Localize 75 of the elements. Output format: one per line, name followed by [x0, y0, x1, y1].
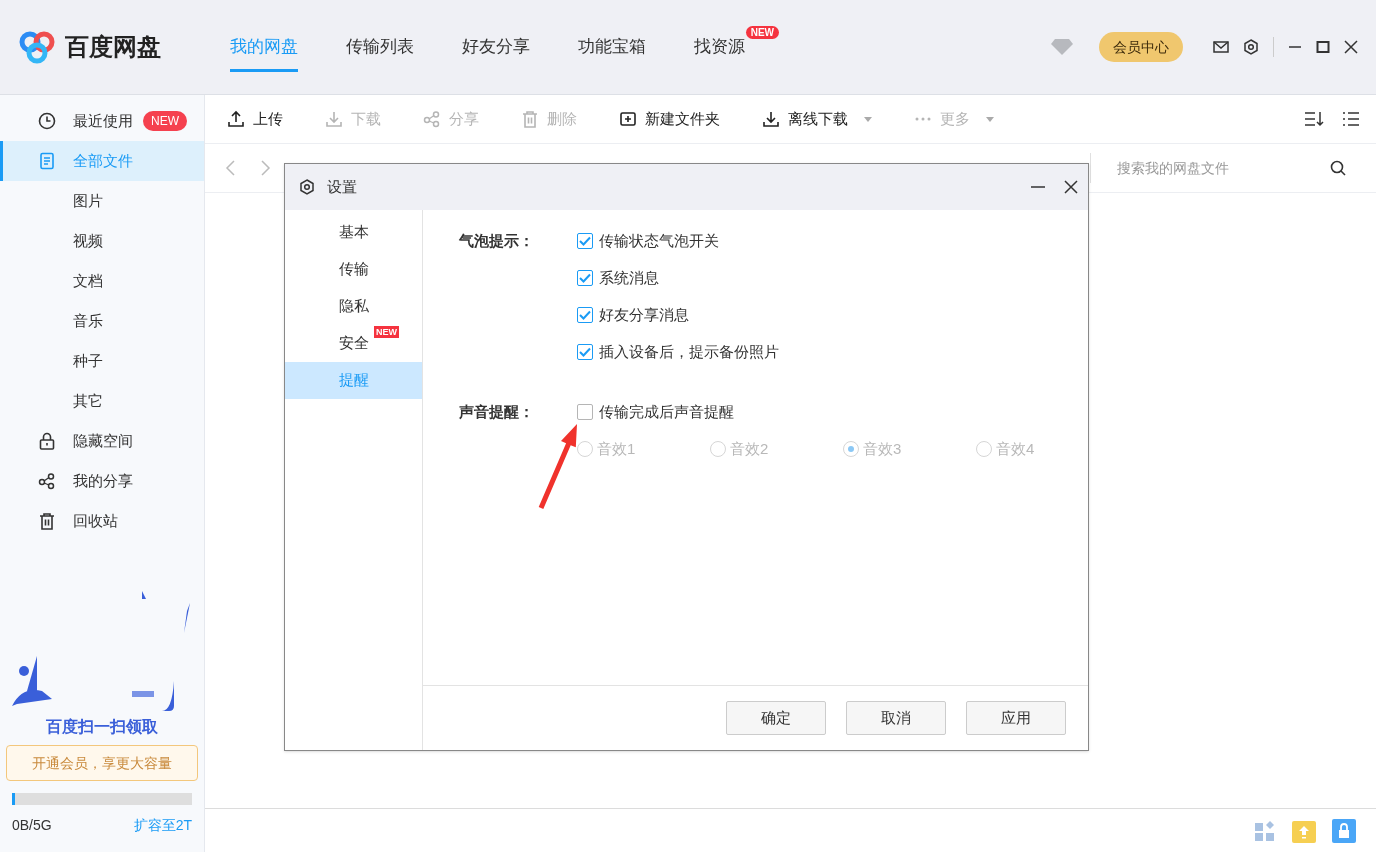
section-label: 声音提醒： [459, 402, 535, 422]
checkbox-option[interactable]: 传输状态气泡开关 [577, 230, 779, 252]
nav-tab[interactable]: 好友分享 [462, 0, 530, 94]
checkbox[interactable] [577, 270, 593, 286]
settings-nav-item[interactable]: 传输 [285, 251, 422, 288]
apps-icon[interactable] [1254, 819, 1276, 842]
vip-center-button[interactable]: 会员中心 [1099, 32, 1183, 62]
checkbox[interactable] [577, 233, 593, 249]
back-icon[interactable] [225, 160, 237, 176]
trash-icon [521, 110, 539, 128]
new-badge: NEW [745, 26, 779, 39]
sidebar-item[interactable]: 隐藏空间 [0, 421, 204, 461]
checkbox[interactable] [577, 307, 593, 323]
checkbox[interactable] [577, 344, 593, 360]
sidebar-item[interactable]: 我的分享 [0, 461, 204, 501]
forward-icon[interactable] [259, 160, 271, 176]
sidebar-item[interactable]: 种子 [0, 341, 204, 381]
share-icon [38, 472, 56, 490]
settings-nav-item[interactable]: 基本 [285, 214, 422, 251]
sidebar-item[interactable]: 图片 [0, 181, 204, 221]
nav-tab[interactable]: 找资源 NEW [694, 0, 779, 94]
settings-nav-item[interactable]: 安全 NEW [285, 325, 422, 362]
sidebar-item[interactable]: 文档 [0, 261, 204, 301]
document-icon [38, 152, 56, 170]
storage-usage: 0B/5G [12, 816, 52, 835]
sidebar-item[interactable]: 视频 [0, 221, 204, 261]
close-icon[interactable] [1064, 180, 1078, 194]
upload-folder-icon[interactable] [1292, 818, 1316, 843]
nav-tab[interactable]: 功能宝箱 [578, 0, 646, 94]
dialog-button[interactable]: 取消 [846, 701, 946, 735]
new-badge: NEW [374, 326, 399, 339]
maximize-icon[interactable] [1316, 40, 1330, 54]
download-icon [325, 110, 343, 128]
checkbox-option[interactable]: 传输完成后声音提醒 [577, 401, 1035, 423]
toolbar-button[interactable]: 新建文件夹 [619, 107, 720, 131]
checkbox[interactable] [577, 404, 593, 420]
settings-nav-item[interactable]: 隐私 [285, 288, 422, 325]
diamond-icon[interactable] [1051, 38, 1073, 56]
sidebar-item[interactable]: 音乐 [0, 301, 204, 341]
ad-caption: 百度扫一扫领取 [46, 717, 158, 737]
new-badge: NEW [143, 111, 187, 131]
checkbox-option[interactable]: 插入设备后，提示备份照片 [577, 341, 779, 363]
clock-icon [38, 112, 56, 130]
caret-icon [864, 116, 872, 122]
dialog-button[interactable]: 确定 [726, 701, 826, 735]
close-icon[interactable] [1344, 40, 1358, 54]
app-name: 百度网盘 [65, 32, 161, 62]
list-view-icon[interactable] [1342, 110, 1360, 128]
lock-icon[interactable] [1332, 818, 1356, 843]
more-icon [914, 117, 932, 121]
new-folder-icon [619, 110, 637, 128]
lock-icon [38, 432, 56, 450]
upload-icon [227, 110, 245, 128]
logo-icon [17, 30, 57, 64]
sidebar-item[interactable]: 其它 [0, 381, 204, 421]
settings-icon [299, 179, 315, 195]
caret-icon [986, 116, 994, 122]
toolbar-button[interactable]: 上传 [227, 107, 283, 131]
checkbox-option[interactable]: 系统消息 [577, 267, 779, 289]
sidebar-item[interactable]: 回收站 [0, 501, 204, 541]
section-label: 气泡提示： [459, 231, 535, 251]
nav-tab[interactable]: 传输列表 [346, 0, 414, 94]
share-icon [423, 110, 441, 128]
download-icon [762, 110, 780, 128]
search-icon[interactable] [1330, 160, 1346, 176]
trash-icon [38, 512, 56, 530]
mail-icon[interactable] [1213, 40, 1229, 54]
sidebar-item[interactable]: 最近使用 NEW [0, 101, 204, 141]
settings-icon[interactable] [1243, 39, 1259, 55]
search-field[interactable]: 搜索我的网盘文件 [1117, 157, 1330, 179]
dialog-button[interactable]: 应用 [966, 701, 1066, 735]
checkbox-option[interactable]: 好友分享消息 [577, 304, 779, 326]
sort-icon[interactable] [1304, 110, 1324, 128]
toolbar-button[interactable]: 离线下载 [762, 107, 872, 131]
dialog-title: 设置 [327, 176, 357, 197]
